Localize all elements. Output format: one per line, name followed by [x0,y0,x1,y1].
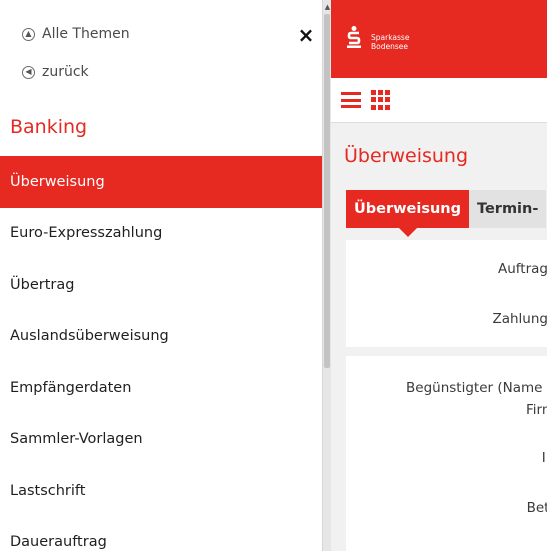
chevron-left-circle-icon: ◀ [22,65,35,79]
field-label-beguenstigter: Begünstigter (Name o [406,380,547,396]
menu-item-label: Euro-Expresszahlung [10,225,163,242]
form-panel-recipient: Begünstigter (Name o Firm IB Betr [346,356,547,551]
sidebar-scrollbar[interactable]: ▲ [322,0,331,551]
menu-item-ueberweisung[interactable]: Überweisung [0,156,322,208]
field-label-betrag: Betr [526,500,547,516]
navigation-sidebar: ▲ Alle Themen ◀ zurück × Banking Überwei… [0,0,322,551]
tab-ueberweisung[interactable]: Überweisung [346,190,469,237]
brand-line-2: Bodensee [371,42,408,51]
field-label-auftrag: Auftrags [497,261,547,277]
page-title: Überweisung [344,145,469,167]
menu-item-label: Empfängerdaten [10,379,132,396]
all-topics-link[interactable]: ▲ Alle Themen [22,24,130,44]
menu-item-label: Lastschrift [10,482,86,499]
toolbar [331,78,547,123]
brand-header: Sparkasse Bodensee [331,0,547,78]
field-label-zahlung: Zahlungs [492,311,547,327]
brand-line-1: Sparkasse [371,33,410,42]
grid-icon[interactable] [371,90,391,110]
menu-item-dauerauftrag[interactable]: Dauerauftrag [0,517,322,551]
menu-list: Überweisung Euro-Expresszahlung Übertrag… [0,156,322,551]
scrollbar-thumb[interactable] [324,14,330,368]
tab-bar: Überweisung Termin- [346,190,547,237]
form-panel-order: Auftrags Zahlungs [346,240,547,347]
tab-termin[interactable]: Termin- [469,190,547,228]
menu-item-uebertrag[interactable]: Übertrag [0,259,322,311]
section-heading: Banking [10,116,88,138]
field-label-iban: IB [541,450,547,466]
back-link[interactable]: ◀ zurück [22,62,89,82]
menu-item-label: Überweisung [10,173,105,190]
close-icon[interactable]: × [297,25,315,45]
menu-item-lastschrift[interactable]: Lastschrift [0,465,322,517]
menu-item-label: Dauerauftrag [10,534,107,551]
menu-item-auslandsueberweisung[interactable]: Auslandsüberweisung [0,311,322,363]
menu-item-label: Übertrag [10,276,75,293]
hamburger-icon[interactable] [341,92,361,108]
field-label-firma: Firm [526,402,547,418]
menu-item-empfaengerdaten[interactable]: Empfängerdaten [0,362,322,414]
all-topics-label: Alle Themen [42,26,130,42]
chevron-up-circle-icon: ▲ [22,27,35,41]
menu-item-euro-expresszahlung[interactable]: Euro-Expresszahlung [0,208,322,260]
back-label: zurück [42,64,89,80]
main-page: Sparkasse Bodensee Überweisung Überweisu… [331,0,547,551]
sparkasse-logo-icon [347,26,361,48]
menu-item-sammler-vorlagen[interactable]: Sammler-Vorlagen [0,414,322,466]
menu-item-label: Auslandsüberweisung [10,328,169,345]
menu-item-label: Sammler-Vorlagen [10,431,143,448]
brand-name: Sparkasse Bodensee [371,33,491,51]
